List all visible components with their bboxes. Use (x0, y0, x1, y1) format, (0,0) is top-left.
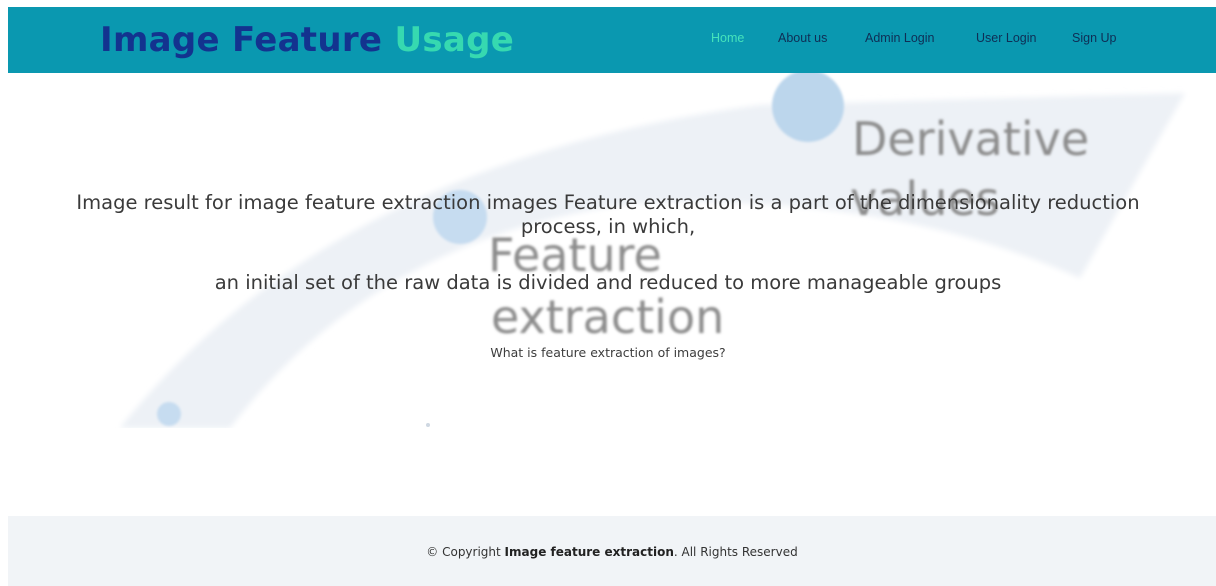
main-nav: Home About us Admin Login User Login Sig… (8, 30, 1216, 50)
hero-lead-line2: an initial set of the raw data is divide… (214, 271, 1002, 294)
hero-lead-line1: Image result for image feature extractio… (76, 191, 1140, 214)
bg-word-derivative: Derivative (852, 112, 1089, 166)
hero-section: Derivative values Feature extraction Ima… (0, 73, 1216, 428)
copyright-prefix: © Copyright (426, 545, 505, 559)
hero-background-image: Derivative values Feature extraction (120, 73, 1185, 428)
nav-admin-login[interactable]: Admin Login (865, 30, 935, 46)
nav-user-login[interactable]: User Login (976, 30, 1036, 46)
nav-about-us[interactable]: About us (778, 30, 827, 46)
site-header: Image Feature Usage Home About us Admin … (8, 7, 1216, 73)
copyright-site-name: Image feature extraction (504, 545, 674, 559)
nav-home[interactable]: Home (711, 30, 744, 46)
copyright-suffix: . All Rights Reserved (673, 545, 798, 559)
background-circle-small (157, 402, 181, 426)
bg-word-extraction: extraction (491, 290, 724, 344)
site-footer: © Copyright Image feature extraction. Al… (8, 516, 1216, 586)
hero-question: What is feature extraction of images? (490, 345, 726, 360)
hero-lead-line1b: process, in which, (520, 215, 696, 238)
copyright-text: © Copyright Image feature extraction. Al… (8, 544, 1216, 560)
hero-lead-paragraph: Image result for image feature extractio… (0, 191, 1216, 239)
background-circle-large (772, 73, 844, 142)
nav-sign-up[interactable]: Sign Up (1072, 30, 1116, 46)
background-dot (426, 423, 430, 427)
